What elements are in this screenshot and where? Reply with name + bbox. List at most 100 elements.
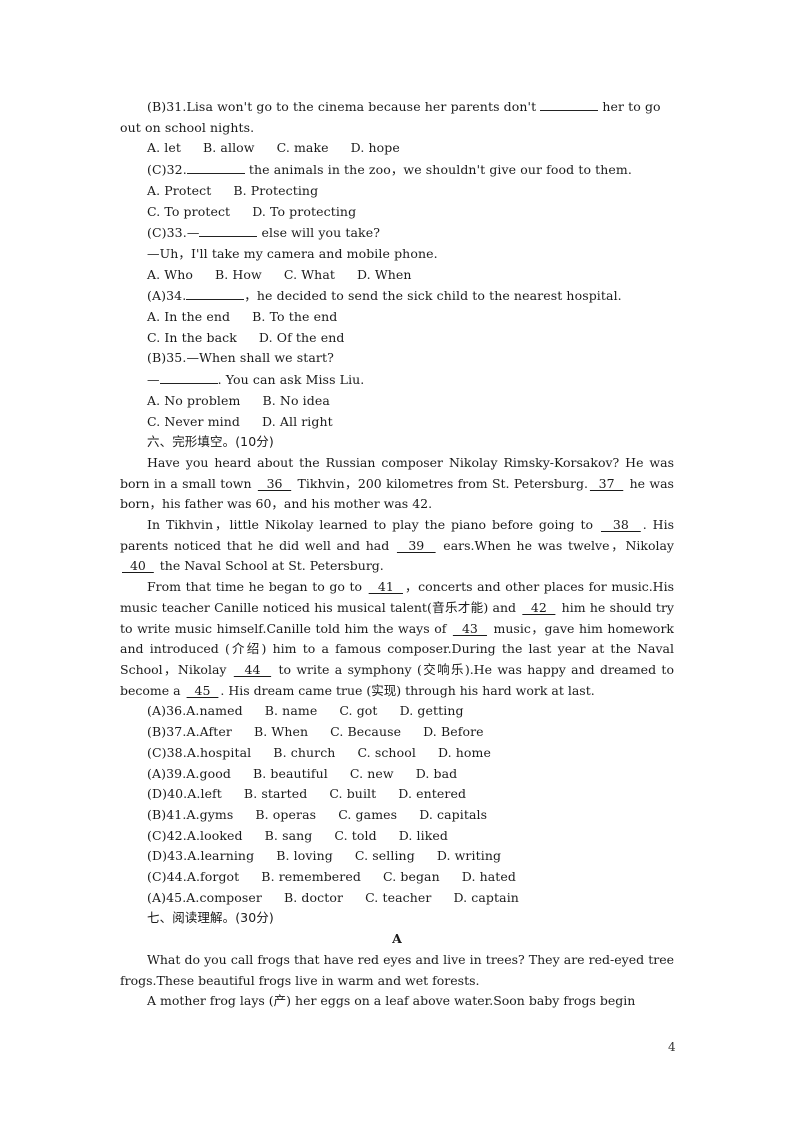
dialog-text: . You can ask Miss Liu. (217, 372, 365, 388)
cloze-question-row: (D)43.A.learning B. loving C. selling D. wr… (120, 846, 674, 867)
option-d: D. entered (398, 786, 467, 802)
option-d: D. When (357, 266, 412, 282)
answer-key: (A) (147, 703, 167, 719)
cloze-blank: 37 (589, 475, 624, 491)
option-d: D. hated (461, 869, 517, 885)
question-number: 43. (167, 848, 188, 864)
dialog-line: — . You can ask Miss Liu. (120, 369, 674, 391)
question-number: 38. (166, 744, 187, 760)
answer-blank (186, 159, 245, 175)
reading-paragraph-2: A mother frog lays (产) her eggs on a lea… (147, 993, 636, 1009)
question-number: 42. (166, 827, 187, 843)
cloze-paragraph-3: From that time he began to go to 41 ，con… (120, 577, 674, 701)
option-b: B. name (264, 703, 318, 719)
question-stem-continued: out on school nights. (120, 119, 255, 135)
option-b: B. operas (255, 806, 317, 822)
option-a: A. Who (147, 266, 193, 282)
option-d: D. home (437, 744, 491, 760)
option-c: C. told (334, 827, 377, 843)
option-d: D. capitals (419, 806, 488, 822)
option-a: A.forgot (186, 869, 240, 885)
cloze-question-row: (C)38.A.hospital B. church C. school D. hom… (120, 743, 674, 764)
option-b: B. remembered (261, 869, 361, 885)
answer-key: (B) (147, 350, 167, 366)
question-number: 33. (166, 225, 187, 241)
option-a: A.After (186, 724, 232, 740)
option-d: D. liked (398, 827, 449, 843)
question-number: 39. (166, 765, 187, 781)
option-c: C. began (382, 869, 440, 885)
option-c: C. new (349, 765, 394, 781)
passage-title: A (392, 931, 402, 947)
option-c: C. school (357, 744, 416, 760)
option-d: D. hope (350, 140, 400, 156)
option-a: A. In the end (147, 309, 231, 325)
question-number: 34. (166, 288, 187, 304)
cloze-question-row: (C)44.A.forgot B. remembered C. began D. ha… (120, 867, 674, 888)
passage-text: From that time he began to go to (147, 579, 367, 595)
options-row: A. let B. allow C. make D. hope (120, 138, 674, 159)
cloze-paragraph-1: Have you heard about the Russian compose… (120, 453, 674, 515)
option-d: D. bad (415, 765, 458, 781)
option-a: A. Protect (147, 182, 212, 198)
cloze-blank: 42 (522, 599, 556, 615)
passage-text: . His dream came true (实现) through his h… (220, 682, 595, 698)
answer-key: (D) (147, 786, 168, 802)
question-stem: ，he decided to send the sick child to th… (244, 288, 622, 304)
question-34: (A)34. ，he decided to send the sick child… (120, 285, 674, 307)
document-page: (B)31.Lisa won't go to the cinema becaus… (120, 96, 674, 1012)
option-c: C. In the back (147, 329, 237, 345)
answer-key: (D) (147, 848, 168, 864)
question-31: (B)31.Lisa won't go to the cinema becaus… (120, 96, 674, 118)
option-c: C. got (339, 703, 378, 719)
cloze-question-row: (D)40.A.left B. started C. built D. entered (120, 784, 674, 805)
question-number: 41. (166, 806, 187, 822)
section-heading: 六、完形填空。(10分) (147, 434, 274, 450)
option-c: C. make (276, 140, 329, 156)
answer-blank (186, 285, 245, 301)
option-b: B. started (243, 786, 308, 802)
option-b: B. When (253, 724, 309, 740)
option-a: A.good (186, 765, 231, 781)
question-number: 45. (166, 889, 187, 905)
dialog-line: —Uh，I'll take my camera and mobile phone… (147, 245, 438, 261)
answer-key: (B) (147, 806, 167, 822)
option-a: A.left (187, 786, 222, 802)
option-a: A. let (147, 140, 181, 156)
answer-key: (C) (147, 827, 167, 843)
cloze-blank: 38 (600, 517, 641, 533)
cloze-blank: 36 (257, 475, 292, 491)
question-33: (C)33.— else will you take? (120, 222, 674, 244)
option-c: C. To protect (147, 203, 231, 219)
question-stem: else will you take? (257, 225, 381, 241)
option-b: B. church (273, 744, 336, 760)
passage-text: Tikhvin，200 kilometres from St. Petersbu… (293, 475, 588, 491)
question-number: 40. (167, 786, 188, 802)
option-d: D. writing (436, 848, 502, 864)
option-b: B. loving (276, 848, 333, 864)
option-b: B. doctor (283, 889, 344, 905)
option-c: C. Because (330, 724, 402, 740)
passage-text: ears.When he was twelve，Nikolay (437, 537, 674, 553)
option-c: C. games (338, 806, 398, 822)
option-d: D. All right (262, 413, 333, 429)
dialog-dash: — (147, 372, 160, 388)
answer-key: (A) (147, 288, 167, 304)
question-number: 36. (166, 703, 187, 719)
question-stem: —When shall we start? (186, 350, 334, 366)
option-a: A.hospital (186, 744, 252, 760)
cloze-blank: 40 (122, 558, 154, 574)
section-heading: 七、阅读理解。(30分) (147, 910, 274, 926)
answer-key: (C) (147, 744, 167, 760)
option-c: C. What (283, 266, 335, 282)
answer-key: (B) (147, 724, 167, 740)
answer-key: (C) (147, 162, 167, 178)
question-number: 32. (166, 162, 187, 178)
cloze-question-row: (A)45.A.composer B. doctor C. teacher D. ca… (120, 888, 674, 909)
question-32: (C)32. the animals in the zoo，we shouldn… (120, 159, 674, 181)
option-d: D. Before (423, 724, 484, 740)
option-d: D. To protecting (252, 203, 357, 219)
options-row: A. Who B. How C. What D. When (120, 265, 674, 286)
options-row: C. In the back D. Of the end (120, 328, 674, 349)
answer-blank (540, 96, 599, 111)
